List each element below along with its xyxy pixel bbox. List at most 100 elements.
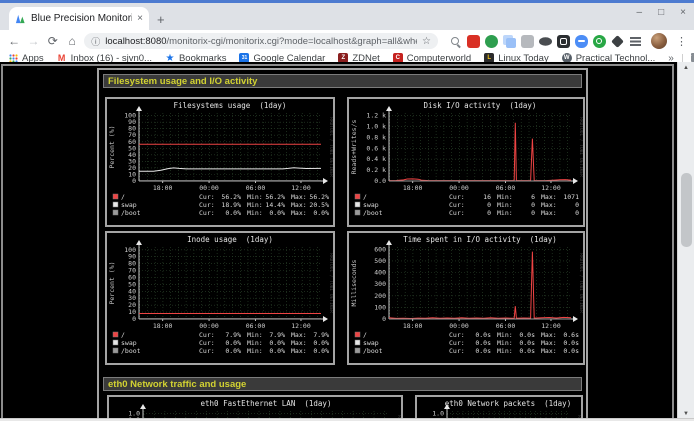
svg-text:Cur:: Cur:	[449, 193, 465, 201]
svg-text:100: 100	[124, 246, 136, 254]
green-globe-extension-icon[interactable]	[485, 35, 498, 48]
svg-text:Max:: Max:	[291, 193, 307, 201]
svg-text:0.0%: 0.0%	[313, 347, 329, 355]
chart-inode-usage[interactable]: 010203040506070809010018:0000:0006:0012:…	[105, 231, 335, 365]
chart-disk-io-activity[interactable]: 0.00.2 k0.4 k0.6 k0.8 k1.0 k1.2 k18:0000…	[347, 97, 585, 227]
browser-menu-icon[interactable]: ⋮	[676, 35, 687, 48]
svg-text:90: 90	[128, 253, 136, 261]
copy-pages-extension-icon[interactable]	[506, 38, 516, 48]
svg-text:1.0 k: 1.0 k	[366, 123, 386, 131]
svg-text:0.0s: 0.0s	[519, 347, 535, 355]
svg-text:Inode usage (1day): Inode usage (1day)	[187, 235, 273, 244]
svg-text:Max:: Max:	[291, 347, 307, 355]
svg-text:00:00: 00:00	[449, 184, 469, 192]
svg-text:06:00: 06:00	[496, 184, 516, 192]
search-extension-icon[interactable]	[449, 35, 462, 48]
svg-text:40: 40	[128, 287, 136, 295]
svg-text:Time spent in I/O activity (1: Time spent in I/O activity (1day)	[403, 235, 557, 244]
dark-eye-extension-icon[interactable]	[539, 37, 552, 45]
svg-text:RRDTOOL / TOBI OETIKER: RRDTOOL / TOBI OETIKER	[578, 253, 583, 313]
svg-text:1.2 k: 1.2 k	[366, 112, 386, 120]
reload-button-icon[interactable]: ⟳	[46, 34, 60, 48]
scrollbar-up-arrow-icon[interactable]: ▲	[678, 62, 694, 75]
tab-list-extension-icon[interactable]	[629, 35, 642, 48]
svg-text:Percent (%): Percent (%)	[108, 125, 116, 168]
page-scrollbar[interactable]: ▲ ▼	[677, 62, 694, 421]
svg-text:Max:: Max:	[541, 331, 557, 339]
bookmark-star-icon[interactable]: ☆	[422, 36, 431, 47]
svg-text:0: 0	[575, 201, 579, 209]
svg-text:0.0%: 0.0%	[313, 339, 329, 347]
close-button[interactable]: ×	[680, 7, 686, 18]
svg-text:6: 6	[531, 193, 535, 201]
dark-pin-extension-icon[interactable]	[611, 35, 624, 48]
svg-text:500: 500	[374, 257, 386, 265]
svg-text:Milliseconds: Milliseconds	[350, 259, 358, 306]
svg-text:56.2%: 56.2%	[221, 193, 241, 201]
svg-text:60: 60	[128, 273, 136, 281]
svg-text:18:00: 18:00	[403, 184, 423, 192]
svg-text:Cur:: Cur:	[199, 347, 215, 355]
svg-text:56.2%: 56.2%	[265, 193, 285, 201]
scrollbar-thumb[interactable]	[681, 173, 692, 247]
svg-text:56.2%: 56.2%	[309, 193, 329, 201]
svg-text:0.0%: 0.0%	[225, 347, 241, 355]
svg-text:300: 300	[374, 280, 386, 288]
svg-text:0: 0	[487, 201, 491, 209]
svg-text:Min:: Min:	[247, 339, 263, 347]
blue-capsule-extension-icon[interactable]	[575, 35, 588, 48]
address-bar[interactable]: ⓘ localhost:8080/monitorix-cgi/monitorix…	[84, 33, 438, 49]
svg-text:100: 100	[374, 303, 386, 311]
svg-text:RRDTOOL / TOBI OETIKER: RRDTOOL / TOBI OETIKER	[328, 117, 333, 177]
svg-text:12:00: 12:00	[291, 184, 311, 192]
svg-text:/: /	[363, 331, 367, 339]
svg-text:/: /	[121, 193, 125, 201]
site-info-icon[interactable]: ⓘ	[91, 35, 100, 48]
home-button-icon[interactable]: ⌂	[65, 34, 79, 48]
maximize-button[interactable]: □	[658, 7, 664, 18]
svg-text:Min:: Min:	[497, 193, 513, 201]
gray-box-extension-icon[interactable]	[521, 35, 534, 48]
extensions-row	[449, 35, 642, 48]
svg-text:18:00: 18:00	[403, 322, 423, 330]
screen-share-extension-icon[interactable]	[557, 35, 570, 48]
new-tab-button[interactable]: +	[157, 12, 165, 27]
svg-text:200: 200	[374, 292, 386, 300]
svg-text:06:00: 06:00	[496, 322, 516, 330]
tab-close-icon[interactable]: ×	[137, 13, 143, 24]
svg-text:/: /	[121, 331, 125, 339]
chart-time-spent-io[interactable]: 010020030040050060018:0000:0006:0012:00T…	[347, 231, 585, 365]
profile-avatar[interactable]	[651, 33, 667, 49]
svg-text:0.0s: 0.0s	[563, 347, 579, 355]
svg-text:Cur:: Cur:	[199, 193, 215, 201]
svg-text:0.4 k: 0.4 k	[366, 155, 386, 163]
tab-blue-precision-monitorix[interactable]: Blue Precision Monitorix ×	[9, 7, 149, 30]
svg-text:50: 50	[128, 280, 136, 288]
svg-text:RRDTOOL / TOBI OETIKER: RRDTOOL / TOBI OETIKER	[328, 253, 333, 313]
monitorix-main-container: Filesystem usage and I/O activity 010203…	[97, 68, 588, 421]
svg-text:0.0%: 0.0%	[269, 347, 285, 355]
svg-text:/: /	[363, 193, 367, 201]
svg-text:18:00: 18:00	[153, 322, 173, 330]
svg-text:14.4%: 14.4%	[265, 201, 285, 209]
svg-text:30: 30	[128, 294, 136, 302]
green-ring-extension-icon[interactable]	[593, 35, 606, 48]
svg-text:0.0s: 0.0s	[519, 339, 535, 347]
svg-text:0.0: 0.0	[374, 177, 386, 185]
svg-text:Filesystems usage (1day): Filesystems usage (1day)	[174, 101, 287, 110]
svg-text:eth0 Network packets (1day): eth0 Network packets (1day)	[445, 399, 571, 408]
forward-button-icon[interactable]: →	[26, 34, 40, 48]
svg-text:Min:: Min:	[247, 347, 263, 355]
minimize-button[interactable]: –	[637, 7, 643, 18]
svg-text:Min:: Min:	[497, 201, 513, 209]
svg-text:RRDTOOL / TOBI OETIKER: RRDTOOL / TOBI OETIKER	[578, 117, 583, 177]
mail-checker-extension-icon[interactable]	[467, 35, 480, 48]
svg-text:eth0 FastEthernet LAN (1day): eth0 FastEthernet LAN (1day)	[201, 399, 332, 408]
svg-text:Max:: Max:	[291, 209, 307, 217]
back-button-icon[interactable]: ←	[7, 34, 21, 48]
svg-text:swap: swap	[363, 339, 379, 347]
chart-filesystems-usage[interactable]: 010203040506070809010018:0000:0006:0012:…	[105, 97, 335, 227]
svg-text:Max:: Max:	[291, 201, 307, 209]
url-path: /monitorix-cgi/monitorix.cgi?mode=localh…	[167, 36, 417, 47]
url-text: localhost:8080/monitorix-cgi/monitorix.c…	[105, 36, 417, 47]
